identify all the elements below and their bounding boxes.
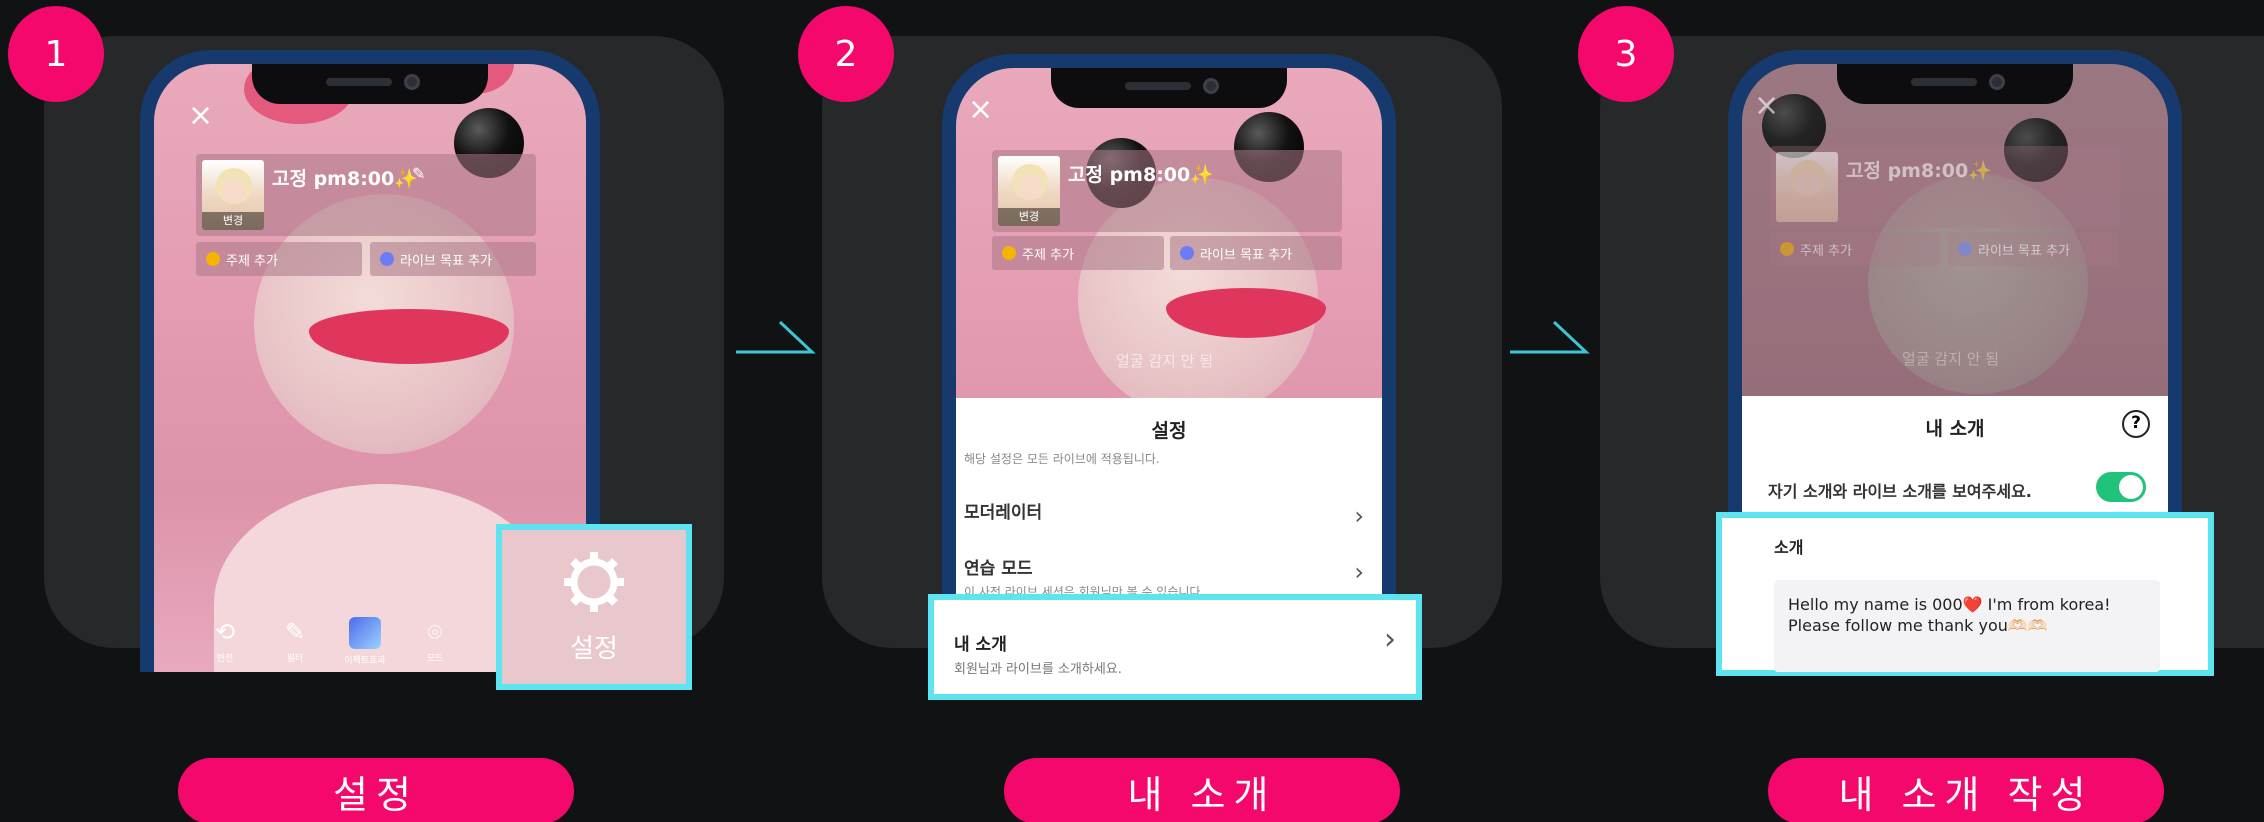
settings-sheet-title: 설정 <box>1151 420 1187 442</box>
flip-camera-icon: ⟲ <box>214 618 236 646</box>
step-1-caption: 설정 <box>178 758 574 822</box>
topic-icon <box>1780 242 1794 256</box>
topic-chip[interactable]: 주제 추가 <box>1770 232 1940 266</box>
effect-app-icon <box>349 617 381 649</box>
settings-label: 설정 <box>570 633 618 664</box>
pencil-icon: ✎ <box>284 618 306 646</box>
step-3-badge: 3 <box>1578 6 1674 102</box>
intro-text-box[interactable]: Hello my name is 000❤️ I'm from korea! P… <box>1774 580 2160 672</box>
settings-screen: × 변경 고정 pm8:00✨ 주제 추가 라이브 목표 추가 얼굴 감지 안 … <box>956 68 1382 676</box>
face-detect-hint: 얼굴 감지 안 됨 <box>1116 352 1214 370</box>
intro-section-label: 소개 <box>1774 538 1804 557</box>
intro-text-line: Hello my name is 000❤️ I'm from korea! <box>1788 595 2111 614</box>
mode-button[interactable]: ⌾ 모드 <box>414 617 456 666</box>
settings-sheet-note: 해당 설정은 모든 라이브에 적용됩니다. <box>964 452 1160 466</box>
live-title: 고정 pm8:00✨ <box>272 168 418 190</box>
settings-button-highlight[interactable]: 설정 <box>496 524 692 690</box>
arrow-right-icon <box>736 320 816 354</box>
face-detect-hint: 얼굴 감지 안 됨 <box>1902 350 2000 368</box>
filter-button[interactable]: ✎ 필터 <box>274 617 316 666</box>
settings-row-moderator[interactable]: 모더레이터 › <box>964 498 1364 530</box>
chevron-right-icon: › <box>1384 622 1396 657</box>
camera-icon: ⌾ <box>427 618 443 646</box>
phone-step-2: × 변경 고정 pm8:00✨ 주제 추가 라이브 목표 추가 얼굴 감지 안 … <box>942 54 1396 676</box>
live-title: 고정 pm8:00✨ <box>1068 164 1214 186</box>
gear-icon <box>564 551 624 612</box>
intro-row-label: 내 소개 <box>954 635 1007 655</box>
live-title-box[interactable]: 변경 고정 pm8:00✨ <box>992 150 1342 232</box>
topic-icon <box>1002 246 1016 260</box>
goal-chip[interactable]: 라이브 목표 추가 <box>370 242 536 276</box>
help-icon[interactable]: ? <box>2122 410 2150 438</box>
thumbnail-change-label: 변경 <box>202 212 264 230</box>
profile-thumbnail[interactable] <box>1776 152 1838 222</box>
phone-notch <box>1051 68 1287 108</box>
thumbnail-change-label: 변경 <box>998 208 1060 226</box>
intro-toggle-label: 자기 소개와 라이브 소개를 보여주세요. <box>1768 482 2032 501</box>
live-title: 고정 pm8:00✨ <box>1846 160 1992 182</box>
topic-icon <box>206 252 220 266</box>
goal-icon <box>1958 242 1972 256</box>
phone-notch <box>1837 64 2073 104</box>
intro-row-sub: 회원님과 라이브를 소개하세요. <box>954 662 1122 677</box>
topic-chip[interactable]: 주제 추가 <box>992 236 1164 270</box>
goal-icon <box>1180 246 1194 260</box>
live-title-box[interactable]: 고정 pm8:00✨ <box>1770 146 2120 228</box>
goal-icon <box>380 252 394 266</box>
step-3-caption: 내 소개 작성 <box>1768 758 2164 822</box>
close-icon[interactable]: × <box>968 92 993 127</box>
close-icon[interactable]: × <box>1754 88 1779 123</box>
step-2-badge: 2 <box>798 6 894 102</box>
phone-notch <box>252 64 488 104</box>
chevron-right-icon: › <box>1354 558 1364 586</box>
step-1-badge: 1 <box>8 6 104 102</box>
close-icon[interactable]: × <box>188 98 213 133</box>
arrow-right-icon <box>1510 320 1590 354</box>
chevron-right-icon: › <box>1354 502 1364 530</box>
live-title-box[interactable]: 변경 고정 pm8:00✨ ✎ <box>196 154 536 236</box>
step-2-caption: 내 소개 <box>1004 758 1400 822</box>
live-toolbar: ⟲ 반전 ✎ 필터 이팩트효과 ⌾ 모드 <box>204 617 456 666</box>
profile-thumbnail[interactable]: 변경 <box>998 156 1060 226</box>
topic-chip[interactable]: 주제 추가 <box>196 242 362 276</box>
edit-icon[interactable]: ✎ <box>412 164 425 183</box>
intro-sheet-title: 내 소개 <box>1925 418 1985 440</box>
effect-button[interactable]: 이팩트효과 <box>344 617 386 666</box>
flip-button[interactable]: ⟲ 반전 <box>204 617 246 666</box>
intro-text-line: Please follow me thank you🫶🏻🫶🏻 <box>1788 616 2048 635</box>
profile-thumbnail[interactable]: 변경 <box>202 160 264 230</box>
intro-row-highlight[interactable]: 내 소개 회원님과 라이브를 소개하세요. › <box>928 594 1422 700</box>
goal-chip[interactable]: 라이브 목표 추가 <box>1170 236 1342 270</box>
intro-edit-highlight[interactable]: 소개 Hello my name is 000❤️ I'm from korea… <box>1716 512 2214 676</box>
intro-toggle[interactable] <box>2096 472 2146 502</box>
goal-chip[interactable]: 라이브 목표 추가 <box>1948 232 2118 266</box>
